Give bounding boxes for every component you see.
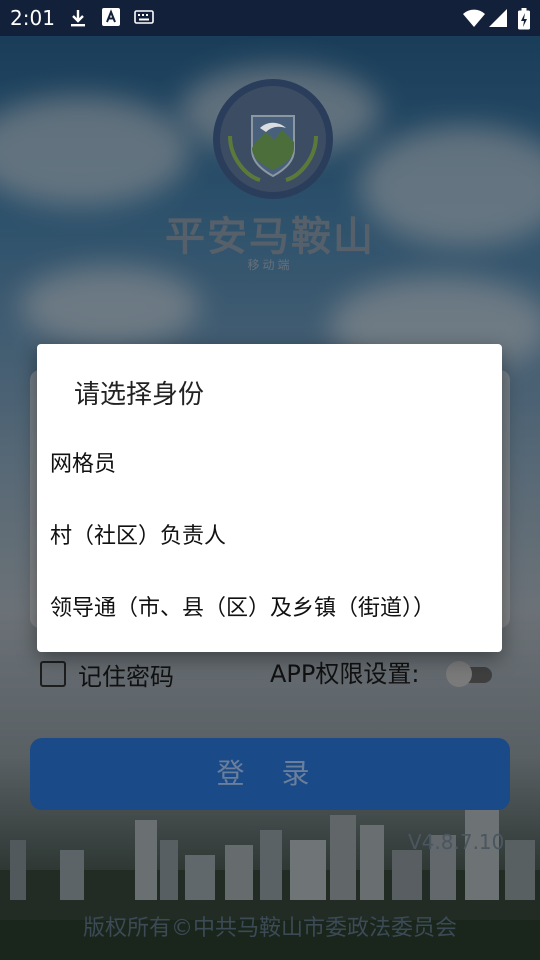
- copyright-text: 版权所有©中共马鞍山市委政法委员会: [82, 916, 457, 941]
- app-title: 平安马鞍山: [165, 214, 375, 260]
- version-label: V4.8.7.10: [408, 830, 505, 854]
- option-village-leader[interactable]: 村（社区）负责人: [50, 518, 226, 550]
- remember-password-label: 记住密码: [78, 662, 174, 691]
- remember-password-checkbox[interactable]: [40, 661, 66, 687]
- download-icon: [68, 8, 88, 32]
- login-button[interactable]: 登 录: [30, 738, 510, 810]
- status-bar: 2:01: [0, 0, 540, 36]
- wifi-icon: [462, 8, 486, 32]
- option-leader-access[interactable]: 领导通（市、县（区）及乡镇（街道））: [50, 590, 435, 622]
- a-notification-icon: [102, 8, 120, 30]
- app-subtitle: 移动端: [247, 258, 293, 272]
- remember-password[interactable]: 记住密码: [40, 658, 174, 691]
- status-time: 2:01: [10, 6, 55, 30]
- permission-settings-toggle[interactable]: [446, 660, 494, 688]
- permission-settings-label: APP权限设置:: [270, 660, 420, 688]
- signal-icon: [488, 8, 508, 32]
- battery-icon: [518, 8, 530, 34]
- app-emblem: [210, 76, 336, 202]
- keyboard-icon: [134, 8, 154, 30]
- dialog-title: 请选择身份: [74, 380, 205, 410]
- identity-select-dialog: 请选择身份 网格员 村（社区）负责人 领导通（市、县（区）及乡镇（街道））: [37, 344, 502, 652]
- option-grid-member[interactable]: 网格员: [50, 446, 116, 478]
